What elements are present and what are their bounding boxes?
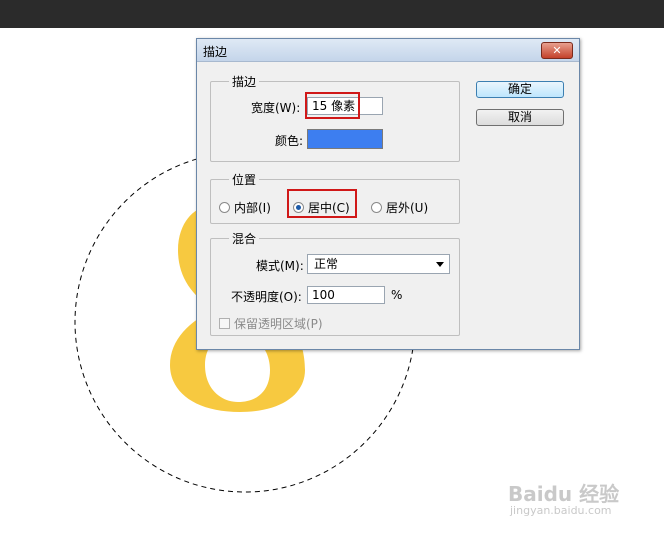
radio-outside[interactable]: 居外(U) [371,199,428,216]
stroke-dialog: 描边 ✕ 描边 宽度(W): 15 像素 颜色: 位置 内部(I) 居中(C) … [196,38,580,350]
stroke-group-legend: 描边 [229,73,260,90]
dialog-titlebar[interactable]: 描边 ✕ [197,39,579,62]
width-label: 宽度(W): [251,101,301,115]
color-label: 颜色: [275,134,304,148]
blend-group-legend: 混合 [229,230,260,247]
radio-center[interactable]: 居中(C) [293,199,350,216]
opacity-input[interactable]: 100 [307,286,385,304]
width-input[interactable]: 15 像素 [307,97,383,115]
cancel-button[interactable]: 取消 [476,109,564,126]
color-swatch[interactable] [307,129,383,149]
preserve-transparency-label: 保留透明区域(P) [234,317,323,331]
radio-outside-label: 居外(U) [386,201,429,215]
ok-button[interactable]: 确定 [476,81,564,98]
stroke-group: 描边 宽度(W): 15 像素 颜色: [210,73,460,162]
dialog-title: 描边 [203,45,228,59]
radio-outside-dot [371,202,382,213]
mode-select-value: 正常 [314,257,339,271]
mode-label: 模式(M): [256,259,304,273]
close-icon: ✕ [552,44,562,57]
preserve-transparency-checkbox[interactable]: 保留透明区域(P) [219,315,323,332]
chevron-down-icon [436,262,444,267]
radio-inside-dot [219,202,230,213]
position-group: 位置 内部(I) 居中(C) 居外(U) [210,171,460,224]
close-button[interactable]: ✕ [541,42,573,59]
mode-select[interactable]: 正常 [307,254,450,274]
baidu-logo: Baidu 经验 [508,482,620,506]
preserve-transparency-box [219,318,230,329]
watermark-url: jingyan.baidu.com [510,504,612,517]
opacity-unit: % [391,288,403,302]
blend-group: 混合 模式(M): 正常 不透明度(O): 100 % 保留透明区域(P) [210,230,460,336]
radio-inside[interactable]: 内部(I) [219,199,271,216]
position-group-legend: 位置 [229,171,260,188]
opacity-label: 不透明度(O): [231,290,302,304]
radio-center-label: 居中(C) [308,201,350,215]
radio-center-dot [293,202,304,213]
radio-inside-label: 内部(I) [234,201,271,215]
